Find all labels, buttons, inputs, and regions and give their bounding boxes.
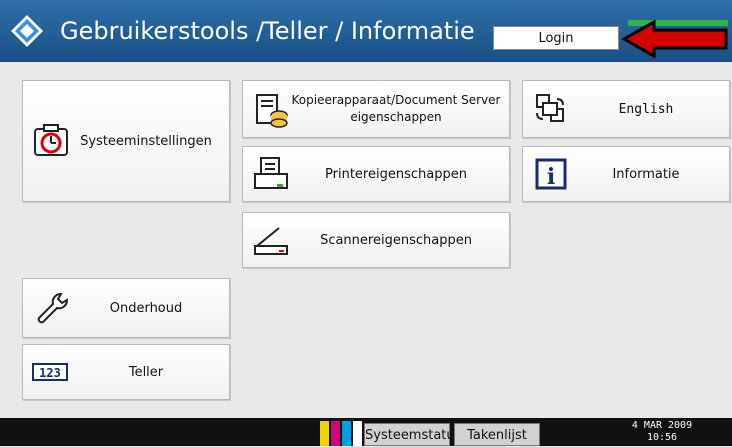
scanner-button[interactable]: Scannereigenschappen: [242, 212, 510, 268]
date-text: 4 MAR 2009: [631, 420, 693, 431]
counter-icon-text: 123: [39, 366, 61, 380]
counter-icon: 123: [32, 363, 68, 381]
systeemstatus-button[interactable]: Systeemstatus: [364, 423, 461, 446]
onderhoud-button[interactable]: Onderhoud: [22, 278, 230, 338]
scanner-icon: [254, 227, 288, 255]
systeeminstellingen-label: Systeeminstellingen: [80, 133, 212, 149]
kopieer-label-line1: Kopieerapparaat/Document Server: [291, 93, 501, 107]
date-time-display: 4 MAR 2009 10:56: [612, 420, 712, 444]
english-label: English: [618, 101, 674, 117]
informatie-button[interactable]: i Informatie: [522, 146, 730, 202]
settings-icon: [34, 124, 68, 156]
teller-button[interactable]: 123 Teller: [22, 344, 230, 400]
printer-label: Printereigenschappen: [325, 166, 467, 182]
teller-label: Teller: [128, 364, 164, 380]
login-button[interactable]: Login: [493, 26, 619, 50]
takenlijst-button[interactable]: Takenlijst: [454, 423, 540, 446]
copier-icon: [256, 94, 288, 128]
status-bar: Systeemstatus Takenlijst 4 MAR 2009 10:5…: [0, 418, 732, 446]
kopieer-label: Kopieerapparaat/Document Server eigensch…: [291, 92, 501, 126]
page-title: Gebruikerstools /Teller / Informatie: [60, 17, 475, 45]
toner-status-icon: [320, 421, 364, 446]
main-panel: Systeeminstellingen Kopieerapparaat/Docu…: [0, 62, 732, 417]
header-bar: Gebruikerstools /Teller / Informatie Log…: [0, 0, 732, 62]
systeeminstellingen-button[interactable]: Systeeminstellingen: [22, 80, 230, 202]
svg-text:i: i: [547, 164, 555, 190]
kopieer-label-line2: eigenschappen: [350, 110, 442, 124]
kopieer-button[interactable]: Kopieerapparaat/Document Server eigensch…: [242, 80, 510, 138]
red-arrow-icon: [622, 20, 728, 58]
info-icon: i: [535, 158, 567, 190]
printer-button[interactable]: Printereigenschappen: [242, 146, 510, 202]
informatie-label: Informatie: [612, 166, 680, 182]
time-text: 10:56: [646, 432, 678, 443]
wrench-icon: [37, 293, 68, 324]
scanner-label: Scannereigenschappen: [320, 232, 472, 248]
diamond-logo-icon: [11, 15, 43, 47]
onderhoud-label: Onderhoud: [109, 300, 183, 316]
english-button[interactable]: English: [522, 80, 730, 138]
printer-icon: [254, 157, 288, 189]
language-switch-icon: [536, 94, 564, 122]
